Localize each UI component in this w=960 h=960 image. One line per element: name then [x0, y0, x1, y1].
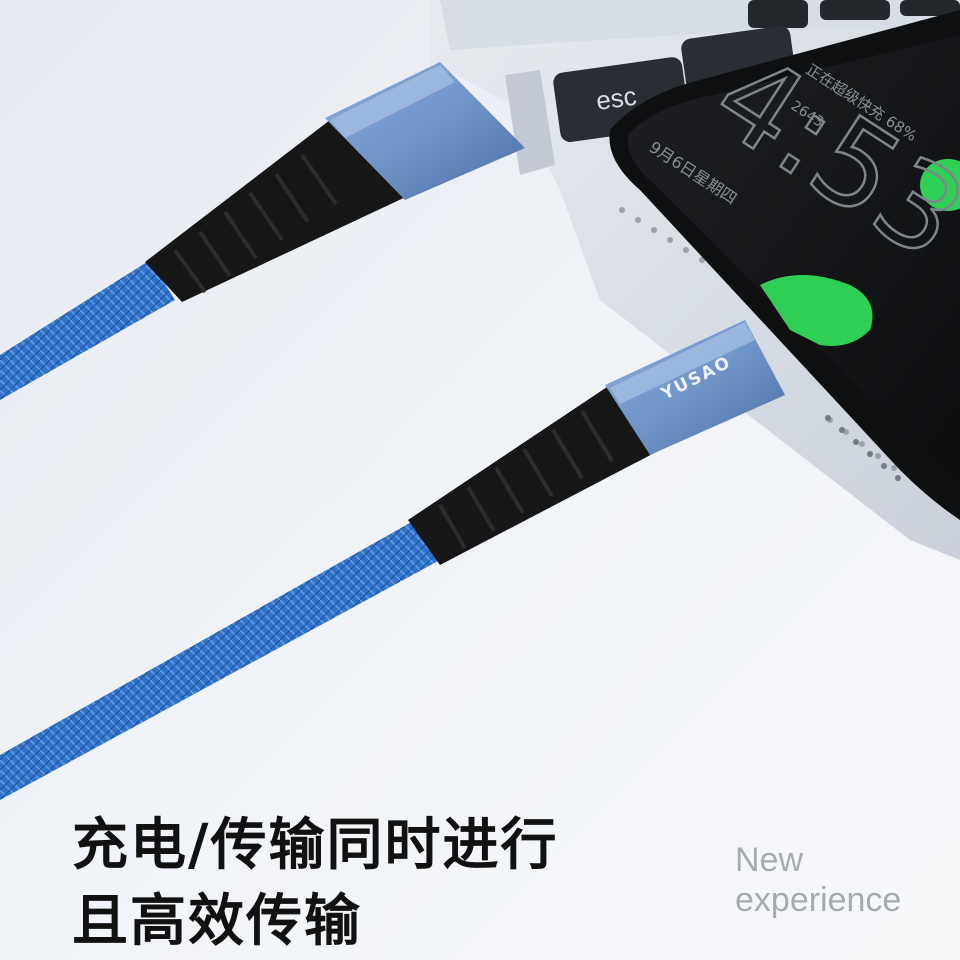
headline-line-1: 充电/传输同时进行 — [72, 813, 559, 878]
tagline-line-1: New — [735, 841, 804, 879]
product-photo: esc 正在超级快充 68% 2643 4:53 9月6日星期四 YUSAO 充… — [0, 0, 960, 960]
tagline-line-2: experience — [735, 881, 902, 919]
headline-line-2: 且高效传输 — [72, 889, 362, 954]
